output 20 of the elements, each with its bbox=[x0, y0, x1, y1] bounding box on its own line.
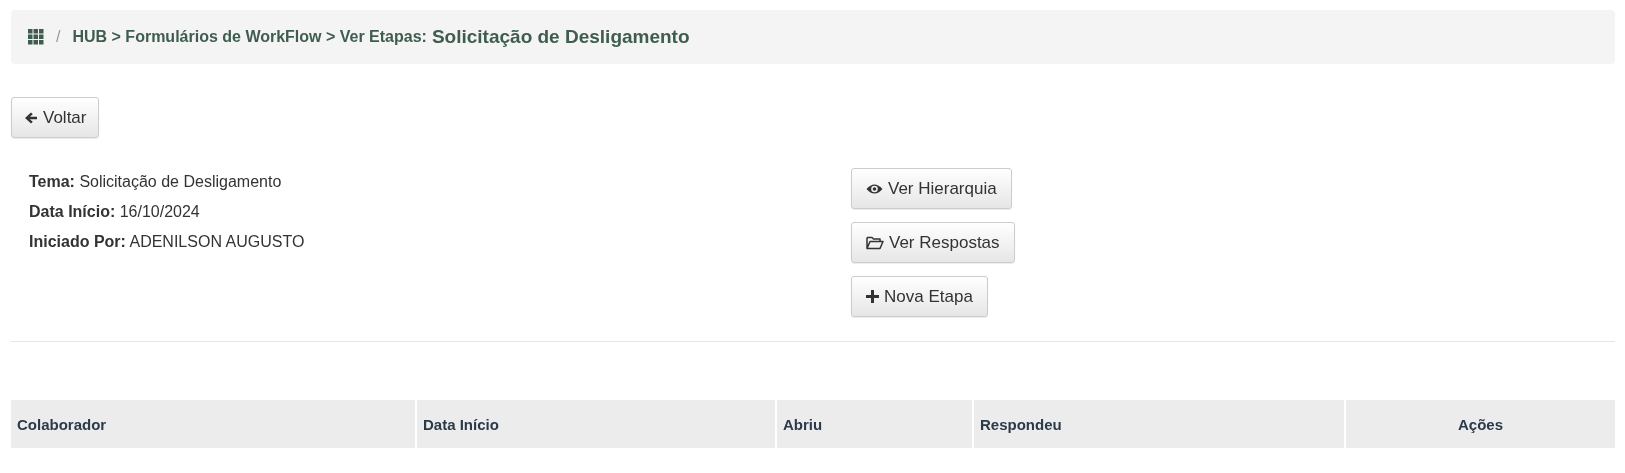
breadcrumb-path[interactable]: HUB > Formulários de WorkFlow > Ver Etapas: bbox=[72, 28, 427, 46]
arrow-left-icon bbox=[24, 110, 38, 125]
plus-icon bbox=[866, 290, 879, 303]
column-header: Respondeu bbox=[974, 400, 1344, 448]
action-button[interactable]: Nova Etapa bbox=[851, 276, 988, 317]
info-line: Tema: Solicitação de Desligamento bbox=[29, 172, 283, 192]
folder-icon bbox=[866, 235, 884, 250]
eye-icon bbox=[866, 182, 883, 195]
back-button[interactable]: Voltar bbox=[11, 97, 100, 138]
column-header: Data Início bbox=[417, 400, 775, 448]
breadcrumb-separator: / bbox=[56, 28, 61, 46]
action-button[interactable]: Ver Respostas bbox=[851, 222, 1015, 263]
info-line: Iniciado Por: ADENILSON AUGUSTO bbox=[29, 232, 306, 252]
column-header: Ações bbox=[1346, 400, 1615, 448]
page-title: Solicitação de Desligamento bbox=[431, 26, 690, 48]
column-header: Abriu bbox=[777, 400, 972, 448]
apps-grid-icon[interactable] bbox=[28, 29, 44, 45]
action-button[interactable]: Ver Hierarquia bbox=[851, 168, 1012, 209]
column-header: Colaborador bbox=[11, 400, 415, 448]
info-line: Data Início: 16/10/2024 bbox=[29, 202, 201, 222]
